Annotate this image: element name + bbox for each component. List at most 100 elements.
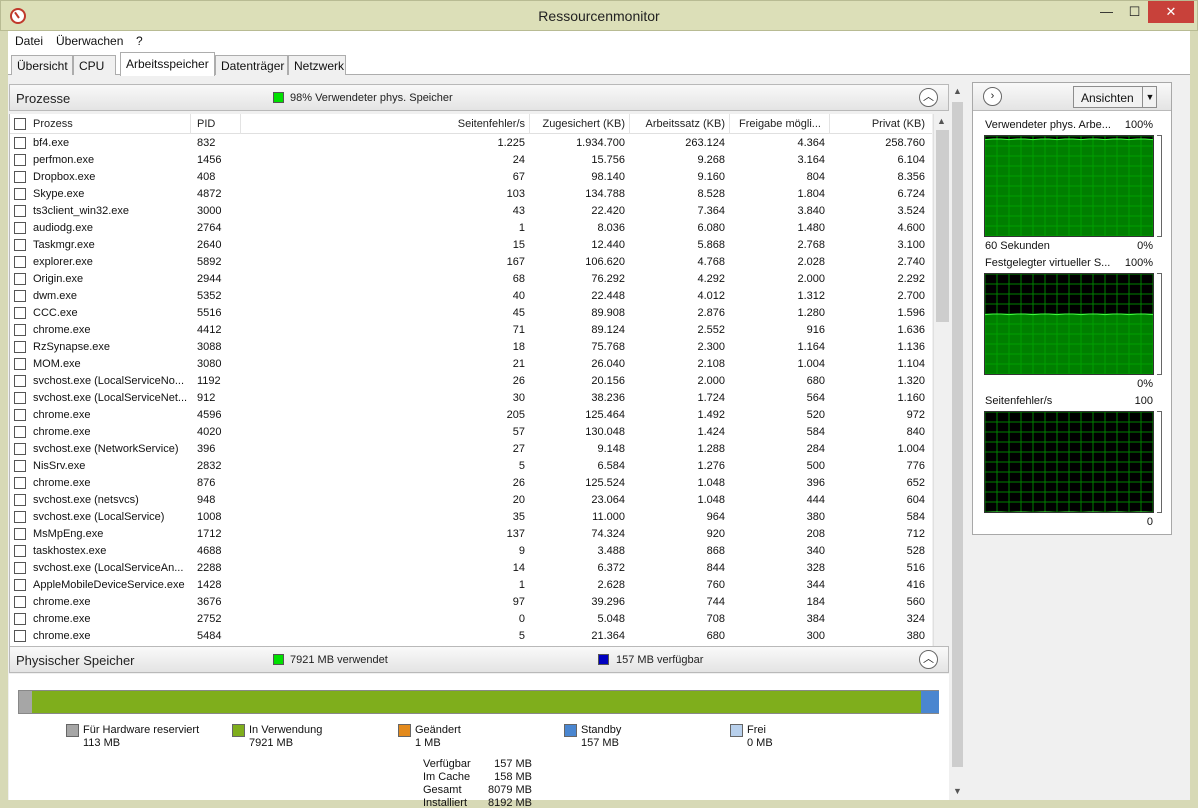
tab-arbeitsspeicher[interactable]: Arbeitsspeicher bbox=[120, 52, 215, 76]
col-privat[interactable]: Privat (KB) bbox=[830, 118, 925, 130]
tab-datentraeger[interactable]: Datenträger bbox=[215, 55, 288, 75]
table-row[interactable]: Taskmgr.exe 2640 15 12.440 5.868 2.768 3.100 bbox=[10, 237, 932, 254]
menu-help[interactable]: ? bbox=[136, 34, 143, 48]
row-checkbox[interactable] bbox=[14, 477, 26, 489]
row-checkbox[interactable] bbox=[14, 205, 26, 217]
row-checkbox[interactable] bbox=[14, 630, 26, 642]
col-prozess[interactable]: Prozess bbox=[33, 118, 73, 130]
process-table-scrollbar[interactable]: ▲ ▼ bbox=[933, 114, 950, 669]
main-scrollbar[interactable]: ▲ ▼ bbox=[950, 84, 965, 800]
row-checkbox[interactable] bbox=[14, 562, 26, 574]
row-checkbox[interactable] bbox=[14, 596, 26, 608]
cell-zugesichert: 75.768 bbox=[591, 341, 625, 353]
row-checkbox[interactable] bbox=[14, 324, 26, 336]
chevron-down-icon[interactable]: ▼ bbox=[1142, 87, 1157, 107]
row-checkbox[interactable] bbox=[14, 613, 26, 625]
table-row[interactable]: Skype.exe 4872 103 134.788 8.528 1.804 6.724 bbox=[10, 186, 932, 203]
row-checkbox[interactable] bbox=[14, 460, 26, 472]
menu-ueberwachen[interactable]: Überwachen bbox=[56, 34, 123, 48]
row-checkbox[interactable] bbox=[14, 273, 26, 285]
col-zugesichert[interactable]: Zugesichert (KB) bbox=[530, 118, 625, 130]
chevron-up-icon[interactable]: ︿ bbox=[919, 650, 938, 669]
scroll-up-icon[interactable]: ▲ bbox=[937, 116, 946, 126]
table-row[interactable]: taskhostex.exe 4688 9 3.488 868 340 528 bbox=[10, 543, 932, 560]
row-checkbox[interactable] bbox=[14, 222, 26, 234]
row-checkbox[interactable] bbox=[14, 358, 26, 370]
row-checkbox[interactable] bbox=[14, 307, 26, 319]
select-all-checkbox[interactable] bbox=[14, 118, 26, 130]
table-row[interactable]: AppleMobileDeviceService.exe 1428 1 2.628 76… bbox=[10, 577, 932, 594]
table-row[interactable]: bf4.exe 832 1.225 1.934.700 263.124 4.364 258.… bbox=[10, 135, 932, 152]
row-checkbox[interactable] bbox=[14, 392, 26, 404]
graph1-min: 0% bbox=[1137, 240, 1153, 252]
table-row[interactable]: svchost.exe (LocalServiceNo... 1192 26 20.1… bbox=[10, 373, 932, 390]
table-row[interactable]: audiodg.exe 2764 1 8.036 6.080 1.480 4.600 bbox=[10, 220, 932, 237]
table-row[interactable]: svchost.exe (LocalServiceNet... 912 30 38.2… bbox=[10, 390, 932, 407]
table-row[interactable]: svchost.exe (LocalServiceAn... 2288 14 6.37… bbox=[10, 560, 932, 577]
row-checkbox[interactable] bbox=[14, 579, 26, 591]
col-arbeitssatz[interactable]: Arbeitssatz (KB) bbox=[630, 118, 725, 130]
row-checkbox[interactable] bbox=[14, 545, 26, 557]
col-pid[interactable]: PID bbox=[197, 118, 215, 130]
tab-cpu[interactable]: CPU bbox=[73, 55, 116, 75]
close-button[interactable]: ✕ bbox=[1148, 1, 1194, 23]
cell-pid: 1428 bbox=[197, 579, 222, 591]
table-row[interactable]: chrome.exe 876 26 125.524 1.048 396 652 bbox=[10, 475, 932, 492]
maximize-button[interactable]: ☐ bbox=[1120, 1, 1149, 23]
table-row[interactable]: RzSynapse.exe 3088 18 75.768 2.300 1.164 1.136 bbox=[10, 339, 932, 356]
row-checkbox[interactable] bbox=[14, 409, 26, 421]
row-checkbox[interactable] bbox=[14, 188, 26, 200]
table-row[interactable]: Dropbox.exe 408 67 98.140 9.160 804 8.356 bbox=[10, 169, 932, 186]
row-checkbox[interactable] bbox=[14, 239, 26, 251]
tab-netzwerk[interactable]: Netzwerk bbox=[288, 55, 346, 75]
table-row[interactable]: CCC.exe 5516 45 89.908 2.876 1.280 1.596 bbox=[10, 305, 932, 322]
col-freigabe[interactable]: Freigabe mögli... bbox=[739, 118, 829, 130]
row-checkbox[interactable] bbox=[14, 443, 26, 455]
row-checkbox[interactable] bbox=[14, 528, 26, 540]
table-row[interactable]: chrome.exe 4412 71 89.124 2.552 916 1.636 bbox=[10, 322, 932, 339]
table-row[interactable]: ts3client_win32.exe 3000 43 22.420 7.364 3.84… bbox=[10, 203, 932, 220]
table-row[interactable]: svchost.exe (NetworkService) 396 27 9.148 1.… bbox=[10, 441, 932, 458]
table-row[interactable]: Origin.exe 2944 68 76.292 4.292 2.000 2.292 bbox=[10, 271, 932, 288]
row-checkbox[interactable] bbox=[14, 171, 26, 183]
scrollbar-thumb[interactable] bbox=[936, 130, 949, 322]
cell-seitenfehler: 27 bbox=[512, 443, 525, 455]
table-row[interactable]: chrome.exe 2752 0 5.048 708 384 324 bbox=[10, 611, 932, 628]
chevron-right-icon[interactable]: › bbox=[983, 87, 1002, 106]
table-row[interactable]: chrome.exe 4020 57 130.048 1.424 584 840 bbox=[10, 424, 932, 441]
views-button[interactable]: Ansichten ▼ bbox=[1073, 86, 1157, 108]
memory-panel-header[interactable]: Physischer Speicher 7921 MB verwendet 15… bbox=[9, 646, 949, 673]
menu-datei[interactable]: Datei bbox=[15, 34, 43, 48]
scroll-down-icon[interactable]: ▼ bbox=[953, 786, 962, 796]
row-checkbox[interactable] bbox=[14, 511, 26, 523]
table-row[interactable]: MsMpEng.exe 1712 137 74.324 920 208 712 bbox=[10, 526, 932, 543]
row-checkbox[interactable] bbox=[14, 256, 26, 268]
table-row[interactable]: MOM.exe 3080 21 26.040 2.108 1.004 1.104 bbox=[10, 356, 932, 373]
table-row[interactable]: svchost.exe (netsvcs) 948 20 23.064 1.048 444… bbox=[10, 492, 932, 509]
chevron-up-icon[interactable]: ︿ bbox=[919, 88, 938, 107]
row-checkbox[interactable] bbox=[14, 154, 26, 166]
table-row[interactable]: perfmon.exe 1456 24 15.756 9.268 3.164 6.104 bbox=[10, 152, 932, 169]
table-row[interactable]: chrome.exe 5484 5 21.364 680 300 380 bbox=[10, 628, 932, 645]
row-checkbox[interactable] bbox=[14, 137, 26, 149]
processes-panel-header[interactable]: Prozesse 98% Verwendeter phys. Speicher … bbox=[9, 84, 949, 111]
scroll-up-icon[interactable]: ▲ bbox=[953, 86, 962, 96]
row-checkbox[interactable] bbox=[14, 494, 26, 506]
bar-segment-standby bbox=[921, 691, 939, 713]
table-row[interactable]: explorer.exe 5892 167 106.620 4.768 2.028 2.74… bbox=[10, 254, 932, 271]
cell-freigabe: 1.312 bbox=[797, 290, 825, 302]
table-row[interactable]: chrome.exe 4596 205 125.464 1.492 520 972 bbox=[10, 407, 932, 424]
row-checkbox[interactable] bbox=[14, 426, 26, 438]
minimize-button[interactable]: — bbox=[1092, 1, 1121, 23]
row-checkbox[interactable] bbox=[14, 375, 26, 387]
col-seitenfehler[interactable]: Seitenfehler/s bbox=[340, 118, 525, 130]
cell-privat: 560 bbox=[906, 596, 925, 608]
table-row[interactable]: svchost.exe (LocalService) 1008 35 11.000 96… bbox=[10, 509, 932, 526]
table-row[interactable]: chrome.exe 3676 97 39.296 744 184 560 bbox=[10, 594, 932, 611]
table-row[interactable]: NisSrv.exe 2832 5 6.584 1.276 500 776 bbox=[10, 458, 932, 475]
main-scrollbar-thumb[interactable] bbox=[952, 102, 963, 767]
tab-uebersicht[interactable]: Übersicht bbox=[11, 55, 73, 75]
row-checkbox[interactable] bbox=[14, 341, 26, 353]
table-row[interactable]: dwm.exe 5352 40 22.448 4.012 1.312 2.700 bbox=[10, 288, 932, 305]
row-checkbox[interactable] bbox=[14, 290, 26, 302]
